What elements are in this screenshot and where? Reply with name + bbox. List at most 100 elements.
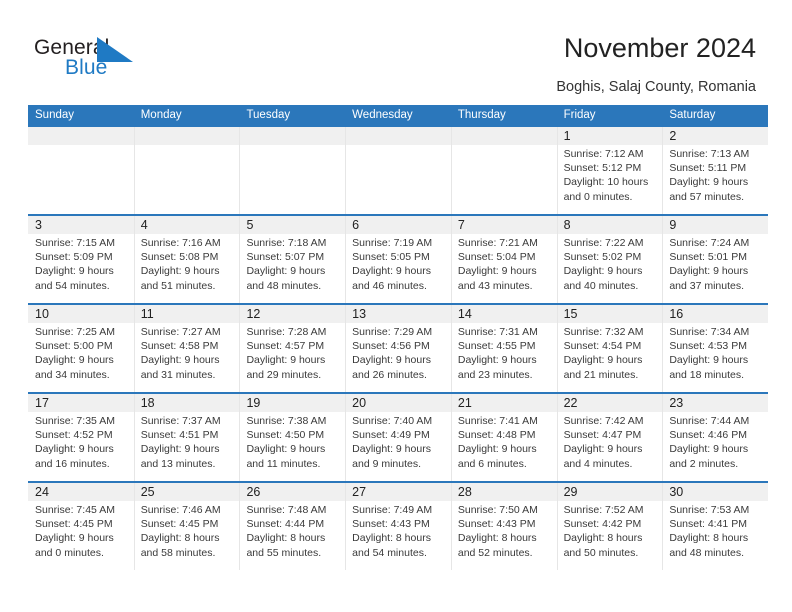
sunrise-time: Sunrise: 7:44 AM xyxy=(669,415,750,427)
day-cell[interactable]: 7 Sunrise: 7:21 AM Sunset: 5:04 PM Daylight… xyxy=(451,216,557,303)
sunrise-time: Sunrise: 7:37 AM xyxy=(140,415,221,427)
day-cell[interactable]: 6 Sunrise: 7:19 AM Sunset: 5:05 PM Daylight… xyxy=(345,216,451,303)
day-number: 19 xyxy=(246,396,261,410)
daylight-duration: Daylight: 9 hours and 9 minutes. xyxy=(352,443,431,470)
sunrise-time: Sunrise: 7:46 AM xyxy=(140,504,221,516)
day-cell[interactable]: 29 Sunrise: 7:52 AM Sunset: 4:42 PM Dayligh… xyxy=(557,483,663,570)
sunset-time: Sunset: 5:01 PM xyxy=(669,251,747,264)
day-cell[interactable]: 20 Sunrise: 7:40 AM Sunset: 4:49 PM Dayligh… xyxy=(345,394,451,481)
sunrise-time: Sunrise: 7:25 AM xyxy=(35,326,115,338)
daylight-duration: Daylight: 9 hours and 18 minutes. xyxy=(669,354,749,381)
day-cell[interactable]: 5 Sunrise: 7:18 AM Sunset: 5:07 PM Daylight… xyxy=(239,216,345,303)
daylight-duration: Daylight: 9 hours and 21 minutes. xyxy=(563,354,643,381)
day-number: 10 xyxy=(35,307,49,321)
day-details: Sunrise: 7:46 AM Sunset: 4:45 PM Daylight:… xyxy=(141,503,234,560)
daylight-duration: Daylight: 9 hours and 23 minutes. xyxy=(457,354,537,381)
day-cell[interactable]: 17 Sunrise: 7:35 AM Sunset: 4:52 PM Dayligh… xyxy=(28,394,134,481)
sunset-time: Sunset: 5:02 PM xyxy=(563,251,642,264)
day-details: Sunrise: 7:21 AM Sunset: 5:04 PM Daylight:… xyxy=(458,236,551,293)
sunrise-time: Sunrise: 7:31 AM xyxy=(457,326,538,338)
week-cells: 1 Sunrise: 7:12 AM Sunset: 5:12 PM Daylight… xyxy=(28,127,768,214)
day-cell-empty xyxy=(134,127,240,214)
day-cell[interactable]: 10 Sunrise: 7:25 AM Sunset: 5:00 PM Dayligh… xyxy=(28,305,134,392)
sunset-time: Sunset: 4:50 PM xyxy=(246,429,325,442)
general-blue-logo[interactable]: General Blue xyxy=(34,36,164,84)
sunset-time: Sunset: 4:48 PM xyxy=(457,429,536,442)
day-cell[interactable]: 18 Sunrise: 7:37 AM Sunset: 4:51 PM Dayligh… xyxy=(134,394,240,481)
sunrise-time: Sunrise: 7:52 AM xyxy=(563,504,644,516)
day-cell[interactable]: 3 Sunrise: 7:15 AM Sunset: 5:09 PM Daylight… xyxy=(28,216,134,303)
day-number: 28 xyxy=(457,485,472,499)
sunset-time: Sunset: 4:43 PM xyxy=(352,518,430,531)
day-cell[interactable]: 11 Sunrise: 7:27 AM Sunset: 4:58 PM Dayligh… xyxy=(134,305,240,392)
day-cell[interactable]: 22 Sunrise: 7:42 AM Sunset: 4:47 PM Dayligh… xyxy=(557,394,663,481)
day-number: 11 xyxy=(140,307,154,321)
day-cell[interactable]: 14 Sunrise: 7:31 AM Sunset: 4:55 PM Dayligh… xyxy=(451,305,557,392)
day-number: 4 xyxy=(140,218,148,232)
day-details: Sunrise: 7:27 AM Sunset: 4:58 PM Daylight:… xyxy=(141,325,234,382)
day-details: Sunrise: 7:28 AM Sunset: 4:57 PM Daylight:… xyxy=(246,325,339,382)
day-number: 6 xyxy=(352,218,360,232)
sunset-time: Sunset: 4:58 PM xyxy=(140,340,219,353)
sunrise-time: Sunrise: 7:13 AM xyxy=(669,148,750,160)
day-cell[interactable]: 2 Sunrise: 7:13 AM Sunset: 5:11 PM Daylight… xyxy=(662,127,768,214)
day-cell[interactable]: 13 Sunrise: 7:29 AM Sunset: 4:56 PM Dayligh… xyxy=(345,305,451,392)
calendar-week-row: 10 Sunrise: 7:25 AM Sunset: 5:00 PM Dayligh… xyxy=(28,303,768,392)
day-cell[interactable]: 30 Sunrise: 7:53 AM Sunset: 4:41 PM Dayligh… xyxy=(662,483,768,570)
day-cell[interactable]: 12 Sunrise: 7:28 AM Sunset: 4:57 PM Dayligh… xyxy=(239,305,345,392)
calendar-week-row: 17 Sunrise: 7:35 AM Sunset: 4:52 PM Dayligh… xyxy=(28,392,768,481)
weekday-header-tuesday: Tuesday xyxy=(246,109,291,121)
day-cell[interactable]: 21 Sunrise: 7:41 AM Sunset: 4:48 PM Dayligh… xyxy=(451,394,557,481)
sunrise-time: Sunrise: 7:27 AM xyxy=(140,326,221,338)
daylight-duration: Daylight: 8 hours and 58 minutes. xyxy=(140,532,220,559)
day-cell[interactable]: 8 Sunrise: 7:22 AM Sunset: 5:02 PM Daylight… xyxy=(557,216,663,303)
day-number: 30 xyxy=(669,485,684,499)
day-number: 13 xyxy=(352,307,367,321)
day-cell[interactable]: 19 Sunrise: 7:38 AM Sunset: 4:50 PM Dayligh… xyxy=(239,394,345,481)
day-cell[interactable]: 26 Sunrise: 7:48 AM Sunset: 4:44 PM Dayligh… xyxy=(239,483,345,570)
sunrise-time: Sunrise: 7:24 AM xyxy=(669,237,750,249)
sunrise-time: Sunrise: 7:40 AM xyxy=(352,415,433,427)
week-cells: 17 Sunrise: 7:35 AM Sunset: 4:52 PM Dayligh… xyxy=(28,394,768,481)
day-details: Sunrise: 7:29 AM Sunset: 4:56 PM Daylight:… xyxy=(352,325,445,382)
day-details: Sunrise: 7:13 AM Sunset: 5:11 PM Daylight:… xyxy=(669,147,762,204)
day-cell[interactable]: 16 Sunrise: 7:34 AM Sunset: 4:53 PM Dayligh… xyxy=(662,305,768,392)
day-details: Sunrise: 7:18 AM Sunset: 5:07 PM Daylight:… xyxy=(246,236,339,293)
daylight-duration: Daylight: 9 hours and 37 minutes. xyxy=(669,265,749,292)
sunset-time: Sunset: 4:47 PM xyxy=(563,429,642,442)
day-number: 27 xyxy=(352,485,367,499)
daylight-duration: Daylight: 9 hours and 26 minutes. xyxy=(352,354,431,381)
day-number: 21 xyxy=(457,396,472,410)
sunrise-time: Sunrise: 7:29 AM xyxy=(352,326,433,338)
day-cell[interactable]: 24 Sunrise: 7:45 AM Sunset: 4:45 PM Dayligh… xyxy=(28,483,134,570)
sunrise-time: Sunrise: 7:48 AM xyxy=(246,504,327,516)
sunrise-time: Sunrise: 7:16 AM xyxy=(140,237,221,249)
day-details: Sunrise: 7:53 AM Sunset: 4:41 PM Daylight:… xyxy=(669,503,762,560)
daylight-duration: Daylight: 9 hours and 0 minutes. xyxy=(35,532,114,559)
day-cell[interactable]: 23 Sunrise: 7:44 AM Sunset: 4:46 PM Dayligh… xyxy=(662,394,768,481)
sunset-time: Sunset: 5:12 PM xyxy=(563,162,642,175)
day-details: Sunrise: 7:50 AM Sunset: 4:43 PM Daylight:… xyxy=(458,503,551,560)
weekday-header-wednesday: Wednesday xyxy=(352,109,413,121)
sunset-time: Sunset: 5:09 PM xyxy=(35,251,113,264)
day-number: 7 xyxy=(457,218,465,232)
day-cell[interactable]: 28 Sunrise: 7:50 AM Sunset: 4:43 PM Dayligh… xyxy=(451,483,557,570)
day-cell[interactable]: 9 Sunrise: 7:24 AM Sunset: 5:01 PM Daylight… xyxy=(662,216,768,303)
day-cell[interactable]: 15 Sunrise: 7:32 AM Sunset: 4:54 PM Dayligh… xyxy=(557,305,663,392)
day-cell[interactable]: 1 Sunrise: 7:12 AM Sunset: 5:12 PM Daylight… xyxy=(557,127,663,214)
day-number: 29 xyxy=(563,485,578,499)
day-number: 18 xyxy=(140,396,155,410)
daylight-duration: Daylight: 9 hours and 54 minutes. xyxy=(35,265,114,292)
day-number: 23 xyxy=(669,396,684,410)
day-cell[interactable]: 25 Sunrise: 7:46 AM Sunset: 4:45 PM Dayligh… xyxy=(134,483,240,570)
day-cell[interactable]: 4 Sunrise: 7:16 AM Sunset: 5:08 PM Daylight… xyxy=(134,216,240,303)
day-number: 9 xyxy=(669,218,677,232)
week-cells: 3 Sunrise: 7:15 AM Sunset: 5:09 PM Daylight… xyxy=(28,216,768,303)
page-title: November 2024 xyxy=(563,33,756,63)
day-cell[interactable]: 27 Sunrise: 7:49 AM Sunset: 4:43 PM Dayligh… xyxy=(345,483,451,570)
day-details: Sunrise: 7:48 AM Sunset: 4:44 PM Daylight:… xyxy=(246,503,339,560)
day-details: Sunrise: 7:16 AM Sunset: 5:08 PM Daylight:… xyxy=(141,236,234,293)
sunrise-time: Sunrise: 7:18 AM xyxy=(246,237,327,249)
day-details: Sunrise: 7:12 AM Sunset: 5:12 PM Daylight:… xyxy=(564,147,657,204)
daylight-duration: Daylight: 9 hours and 2 minutes. xyxy=(669,443,749,470)
